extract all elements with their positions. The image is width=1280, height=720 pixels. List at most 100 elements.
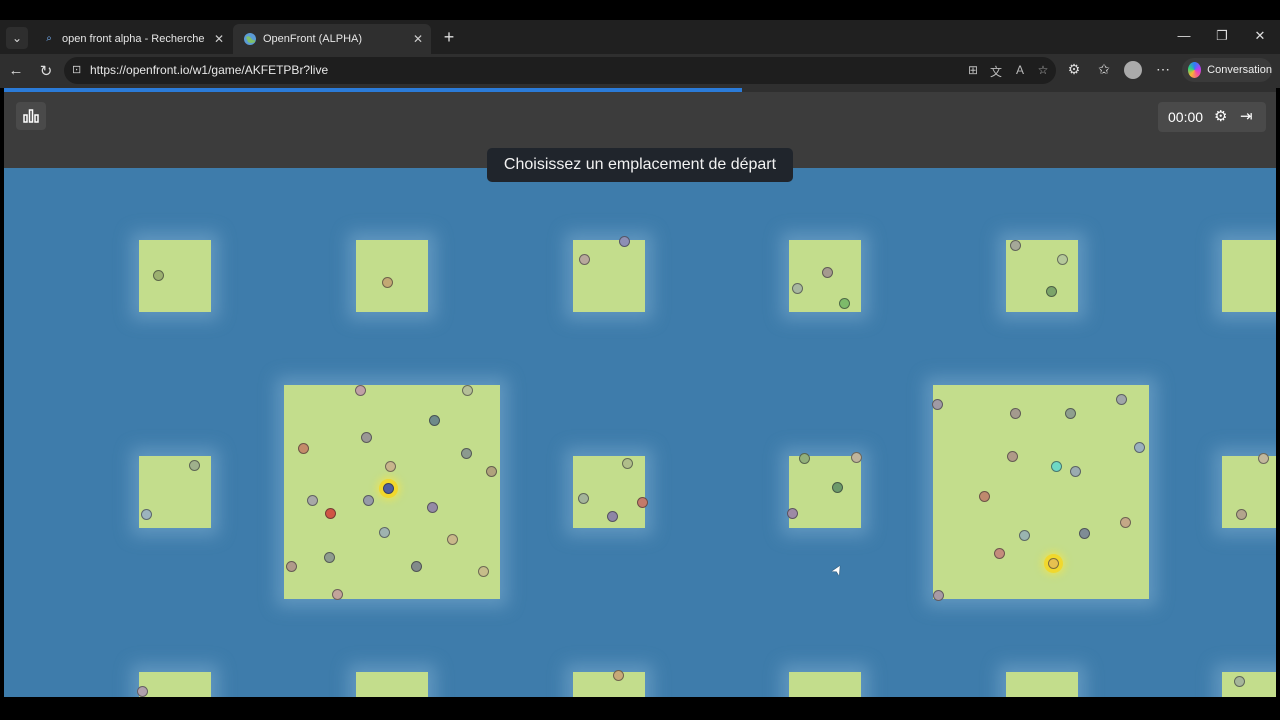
exit-icon[interactable]: ⇥ (1240, 107, 1253, 125)
player-marker[interactable] (1007, 451, 1018, 462)
tab-search[interactable]: ⌕ open front alpha - Recherche ✕ (32, 24, 232, 54)
player-marker[interactable] (578, 493, 589, 504)
close-window-icon[interactable]: ✕ (1250, 28, 1270, 44)
player-marker-highlighted[interactable] (383, 483, 394, 494)
player-marker[interactable] (486, 466, 497, 477)
island[interactable] (573, 236, 645, 312)
player-marker[interactable] (851, 452, 862, 463)
island-large[interactable] (284, 385, 500, 600)
player-marker[interactable] (1010, 240, 1021, 251)
player-marker[interactable] (363, 495, 374, 506)
island[interactable] (1222, 240, 1276, 312)
close-tab-icon[interactable]: ✕ (413, 32, 423, 46)
player-marker[interactable] (1057, 254, 1068, 265)
player-marker[interactable] (607, 511, 618, 522)
island[interactable] (137, 672, 211, 697)
island[interactable] (139, 456, 211, 528)
restore-icon[interactable]: ❐ (1212, 28, 1232, 44)
player-marker[interactable] (298, 443, 309, 454)
address-bar[interactable]: ⊡ https://openfront.io/w1/game/AKFETPBr?… (64, 57, 1056, 84)
player-marker[interactable] (1010, 408, 1021, 419)
player-marker[interactable] (979, 491, 990, 502)
player-marker[interactable] (822, 267, 833, 278)
player-marker[interactable] (361, 432, 372, 443)
player-marker[interactable] (461, 448, 472, 459)
player-marker[interactable] (137, 686, 148, 697)
player-marker[interactable] (839, 298, 850, 309)
player-marker[interactable] (832, 482, 843, 493)
new-tab-button[interactable]: + (440, 27, 458, 48)
player-marker[interactable] (933, 590, 944, 601)
player-marker[interactable] (1134, 442, 1145, 453)
player-marker[interactable] (411, 561, 422, 572)
gear-icon[interactable]: ⚙ (1214, 107, 1227, 125)
favorite-star-icon[interactable]: ☆ (1035, 63, 1051, 77)
player-marker[interactable] (382, 277, 393, 288)
player-marker[interactable] (1116, 394, 1127, 405)
island-large[interactable] (932, 385, 1149, 601)
player-marker[interactable] (792, 283, 803, 294)
player-marker[interactable] (613, 670, 624, 681)
player-marker[interactable] (932, 399, 943, 410)
player-marker[interactable] (1046, 286, 1057, 297)
app-available-icon[interactable]: ⊞ (965, 63, 981, 77)
player-marker[interactable] (1051, 461, 1062, 472)
island[interactable] (356, 240, 428, 312)
close-tab-icon[interactable]: ✕ (214, 32, 224, 46)
player-marker[interactable] (1079, 528, 1090, 539)
player-marker[interactable] (141, 509, 152, 520)
island[interactable] (1006, 240, 1078, 312)
player-marker[interactable] (189, 460, 200, 471)
player-marker[interactable] (427, 502, 438, 513)
island[interactable] (356, 672, 428, 697)
tab-openfront[interactable]: OpenFront (ALPHA) ✕ (233, 24, 431, 54)
player-marker[interactable] (1065, 408, 1076, 419)
back-icon[interactable]: ← (6, 62, 26, 79)
extensions-icon[interactable]: ⚙ (1064, 61, 1084, 78)
translate-icon[interactable]: 文 (988, 63, 1004, 80)
island[interactable] (789, 672, 861, 697)
island[interactable] (789, 240, 861, 312)
player-marker[interactable] (787, 508, 798, 519)
minimize-icon[interactable]: — (1174, 28, 1194, 43)
player-marker-highlighted[interactable] (1048, 558, 1059, 569)
profile-avatar[interactable] (1124, 61, 1142, 79)
island[interactable] (573, 456, 648, 528)
player-marker[interactable] (325, 508, 336, 519)
player-marker[interactable] (637, 497, 648, 508)
island[interactable] (1222, 453, 1276, 528)
copilot-conversation-button[interactable]: Conversation (1182, 58, 1272, 82)
player-marker[interactable] (429, 415, 440, 426)
player-marker[interactable] (622, 458, 633, 469)
player-marker[interactable] (153, 270, 164, 281)
island[interactable] (1006, 672, 1078, 697)
reload-icon[interactable]: ↻ (36, 62, 56, 80)
more-menu-icon[interactable]: ⋯ (1153, 61, 1173, 78)
island[interactable] (573, 670, 645, 697)
player-marker[interactable] (1019, 530, 1030, 541)
player-marker[interactable] (447, 534, 458, 545)
player-marker[interactable] (324, 552, 335, 563)
player-marker[interactable] (385, 461, 396, 472)
island[interactable] (787, 452, 862, 528)
player-marker[interactable] (307, 495, 318, 506)
player-marker[interactable] (1234, 676, 1245, 687)
tab-list-dropdown[interactable]: ⌄ (6, 27, 28, 49)
player-marker[interactable] (1070, 466, 1081, 477)
player-marker[interactable] (332, 589, 343, 600)
island[interactable] (1222, 672, 1276, 697)
player-marker[interactable] (286, 561, 297, 572)
player-marker[interactable] (355, 385, 366, 396)
player-marker[interactable] (619, 236, 630, 247)
favorites-icon[interactable]: ✩ (1094, 61, 1114, 78)
player-marker[interactable] (994, 548, 1005, 559)
game-map[interactable]: 00:00 ⚙ ⇥ Choisissez un emplacement de d… (4, 92, 1276, 697)
player-marker[interactable] (379, 527, 390, 538)
player-marker[interactable] (1120, 517, 1131, 528)
player-marker[interactable] (799, 453, 810, 464)
island[interactable] (139, 240, 211, 312)
player-marker[interactable] (462, 385, 473, 396)
site-info-icon[interactable]: ⊡ (72, 63, 84, 76)
player-marker[interactable] (1236, 509, 1247, 520)
read-aloud-icon[interactable]: A (1012, 63, 1028, 77)
